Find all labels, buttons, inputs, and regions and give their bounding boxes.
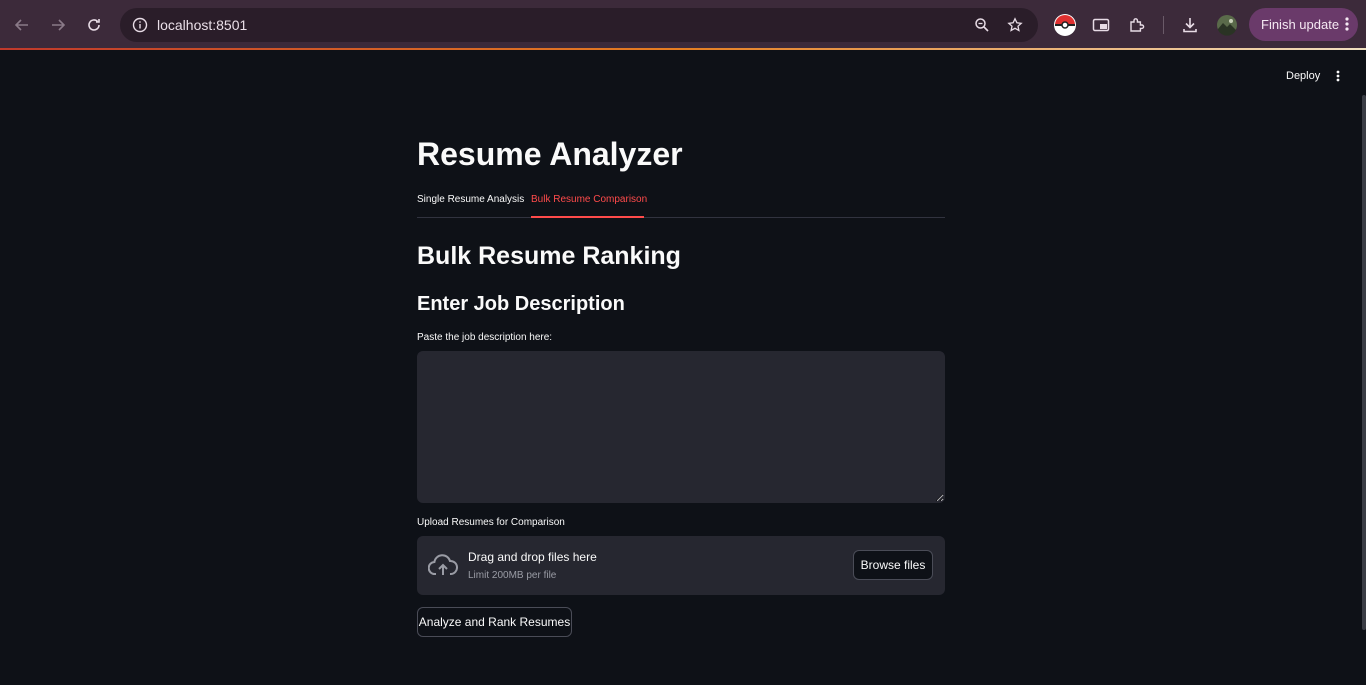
file-dropzone[interactable]: Drag and drop files here Limit 200MB per… [417,536,945,595]
picture-in-picture-icon[interactable] [1089,13,1113,37]
analyze-rank-button[interactable]: Analyze and Rank Resumes [417,607,572,637]
finish-update-button[interactable]: Finish update [1249,8,1358,41]
browser-accent-line [0,48,1366,50]
pokeball-extension-icon[interactable] [1052,12,1078,38]
drag-drop-text: Drag and drop files here [468,550,597,564]
active-tab-indicator [531,216,644,218]
file-limit-text: Limit 200MB per file [468,570,557,581]
tab-bar: Single Resume Analysis Bulk Resume Compa… [417,189,945,218]
bookmark-star-icon[interactable] [1003,13,1027,37]
subsection-title: Enter Job Description [417,293,625,315]
tab-single-resume-analysis[interactable]: Single Resume Analysis [417,194,524,205]
main-menu-icon[interactable] [1329,67,1347,85]
section-title: Bulk Resume Ranking [417,242,681,270]
browser-toolbar: localhost:8501 Finish update [0,0,1366,50]
job-description-label: Paste the job description here: [417,332,553,343]
job-description-input[interactable] [417,351,945,503]
page-title: Resume Analyzer [417,136,683,172]
toolbar-divider [1163,16,1164,34]
more-vert-icon [1345,17,1349,31]
browse-files-button[interactable]: Browse files [853,550,933,580]
upload-resumes-label: Upload Resumes for Comparison [417,517,565,528]
address-bar[interactable]: localhost:8501 [120,8,1038,42]
finish-update-label: Finish update [1261,17,1340,32]
zoom-icon[interactable] [970,13,994,37]
reload-icon[interactable] [82,13,106,37]
cloud-upload-icon [428,553,458,579]
downloads-icon[interactable] [1178,13,1202,37]
page-scrollbar[interactable] [1362,95,1366,630]
extensions-puzzle-icon[interactable] [1125,13,1149,37]
url-text: localhost:8501 [157,17,248,33]
tab-bulk-resume-comparison[interactable]: Bulk Resume Comparison [531,194,647,205]
deploy-button[interactable]: Deploy [1278,66,1328,86]
forward-icon[interactable] [46,13,70,37]
back-icon[interactable] [10,13,34,37]
site-info-icon[interactable] [128,13,152,37]
profile-avatar-icon[interactable] [1215,13,1239,37]
